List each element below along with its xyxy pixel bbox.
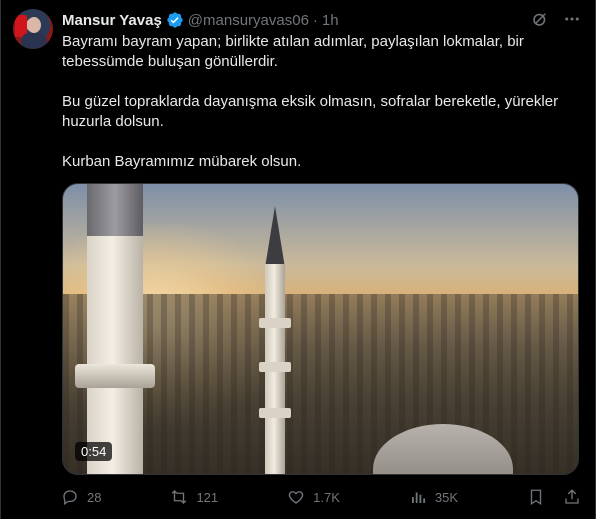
top-icons: [531, 10, 581, 28]
repost-count: 121: [196, 489, 219, 505]
verified-badge-icon: [166, 11, 184, 29]
like-count: 1.7K: [313, 489, 340, 505]
action-bar: 28 121 1.7K 35K: [61, 486, 581, 508]
separator-dot: ·: [312, 11, 318, 29]
tweet-header: Mansur Yavaş @mansuryavas06 · 1h: [62, 10, 339, 30]
more-icon[interactable]: [563, 10, 581, 28]
like-button[interactable]: 1.7K: [287, 488, 340, 506]
reply-count: 28: [87, 489, 102, 505]
tweet-paragraph: Bu güzel topraklarda dayanışma eksik olm…: [62, 93, 559, 130]
tweet-paragraph: Kurban Bayramımız mübarek olsun.: [62, 153, 302, 170]
reply-icon: [63, 490, 77, 506]
view-count: 35K: [434, 489, 459, 505]
post-time[interactable]: 1h: [322, 12, 339, 29]
views-icon: [411, 492, 425, 503]
reply-button[interactable]: 28: [61, 488, 101, 506]
video-duration: 0:54: [75, 442, 113, 461]
tweet-paragraph: Bayramı bayram yapan; birlikte atılan ad…: [62, 33, 524, 70]
author-handle[interactable]: @mansuryavas06: [188, 12, 309, 29]
share-icon[interactable]: [563, 488, 581, 506]
video-player[interactable]: 0:54: [62, 183, 579, 475]
heart-icon: [288, 491, 304, 504]
tweet-text: Bayramı bayram yapan; birlikte atılan ad…: [62, 32, 582, 192]
grok-icon[interactable]: [531, 10, 549, 28]
repost-button[interactable]: 121: [170, 488, 218, 506]
views-button[interactable]: 35K: [409, 488, 458, 506]
right-actions: [527, 488, 581, 506]
avatar[interactable]: [13, 9, 53, 49]
author-name[interactable]: Mansur Yavaş: [62, 12, 162, 29]
bookmark-icon[interactable]: [527, 488, 545, 506]
repost-icon: [172, 490, 187, 504]
tweet[interactable]: Mansur Yavaş @mansuryavas06 · 1h Bayramı…: [0, 0, 596, 519]
